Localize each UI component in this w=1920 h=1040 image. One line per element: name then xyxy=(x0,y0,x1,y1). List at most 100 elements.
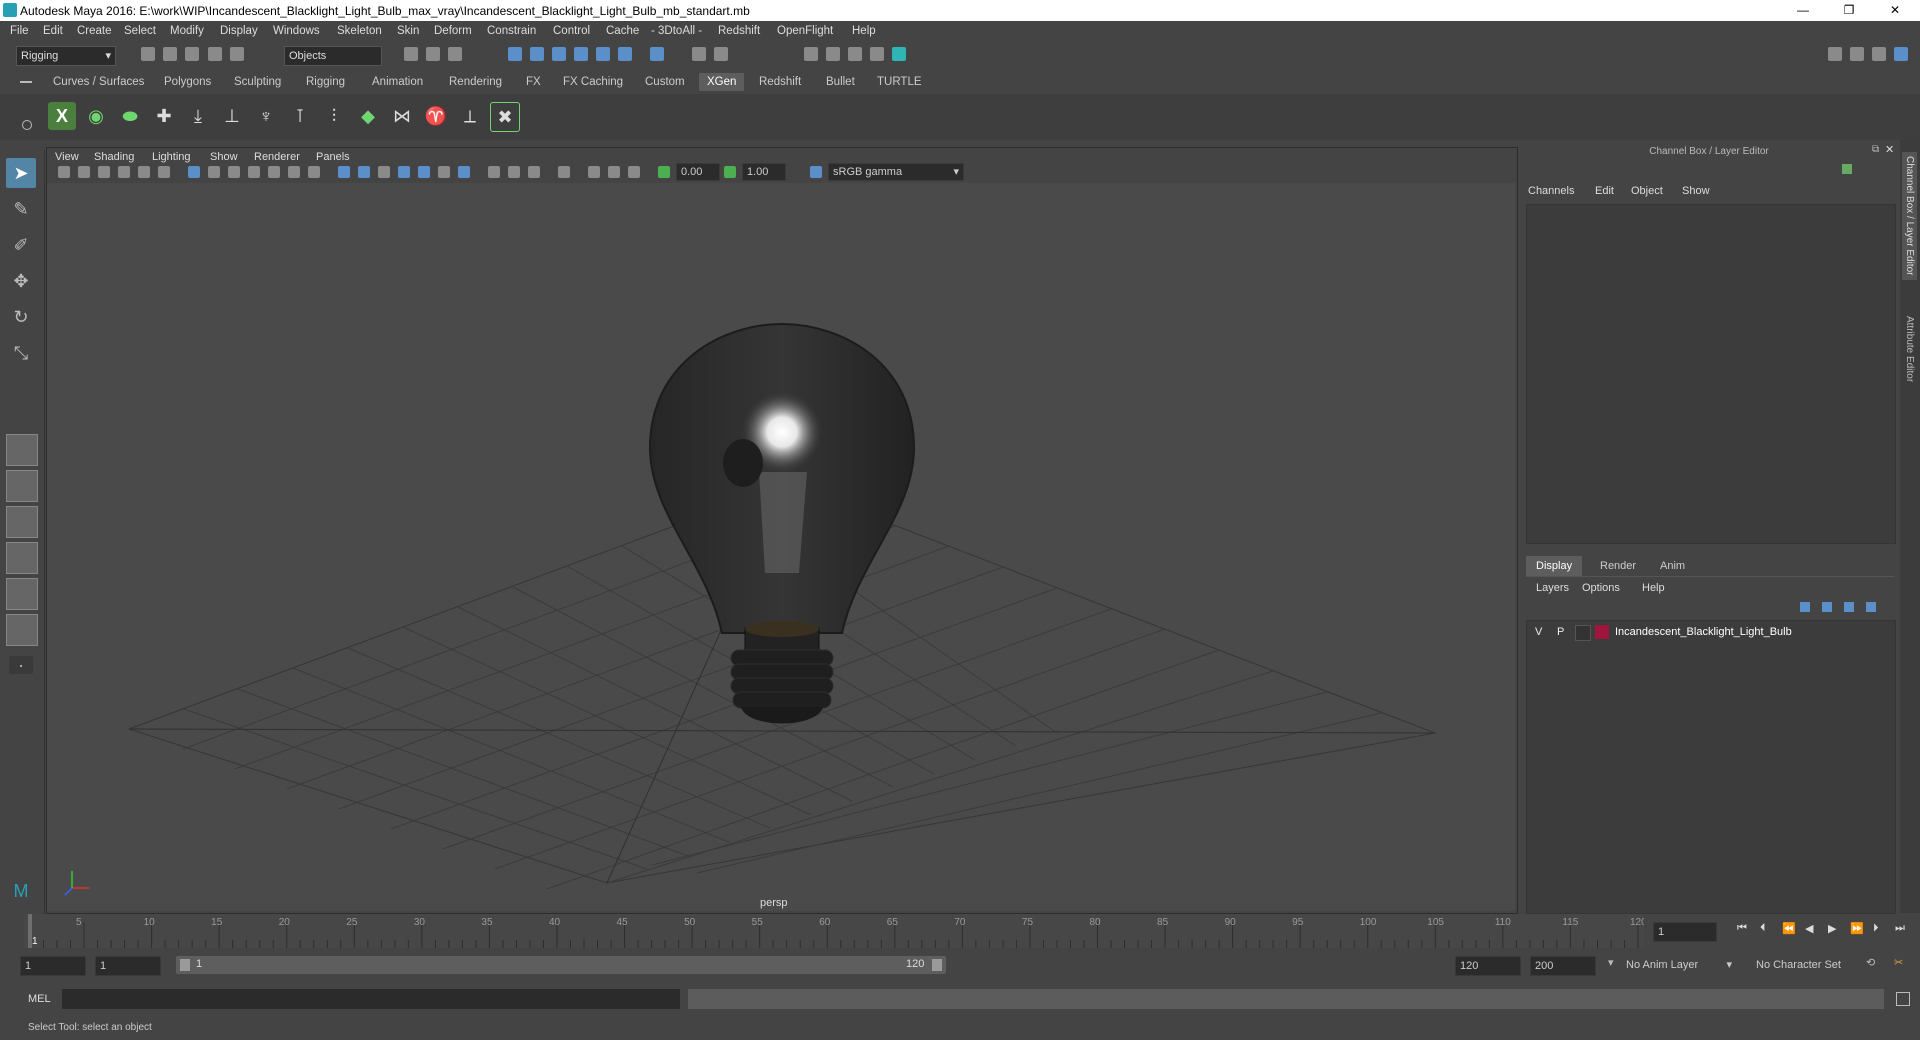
shelf-tab-fx-caching[interactable]: FX Caching xyxy=(555,73,631,91)
safe-title-icon[interactable] xyxy=(308,166,320,178)
snap-live-icon[interactable] xyxy=(596,47,610,61)
xgen-layers-icon[interactable]: ◆ xyxy=(354,102,382,130)
field-chart-icon[interactable] xyxy=(268,166,280,178)
xgen-select-guides-icon[interactable]: ♆ xyxy=(252,102,280,130)
persp-outliner-layout-icon[interactable] xyxy=(6,506,38,538)
shelf-tab-custom[interactable]: Custom xyxy=(637,73,693,91)
use-all-lights-icon[interactable] xyxy=(418,166,430,178)
open-scene-icon[interactable] xyxy=(163,47,177,61)
create-empty-layer-icon[interactable] xyxy=(1844,602,1854,612)
lasso-tool-icon[interactable]: ✎ xyxy=(6,194,36,224)
smooth-shade-icon[interactable] xyxy=(358,166,370,178)
motion-blur-icon[interactable] xyxy=(488,166,500,178)
shelf-tab-rendering[interactable]: Rendering xyxy=(441,73,510,91)
xgen-editor-icon[interactable]: X xyxy=(48,102,76,130)
xgen-place-guides-icon[interactable]: ✚ xyxy=(150,102,178,130)
outliner-persp-layout-icon[interactable] xyxy=(6,614,38,646)
gate-mask-icon[interactable] xyxy=(248,166,260,178)
channelbox-menu-object[interactable]: Object xyxy=(1631,185,1663,197)
shadows-icon[interactable] xyxy=(438,166,450,178)
mode-dropdown[interactable]: Rigging ▾ xyxy=(16,46,116,66)
tool-settings-toggle-icon[interactable] xyxy=(1872,47,1886,61)
channel-list[interactable] xyxy=(1526,204,1896,544)
wireframe-icon[interactable] xyxy=(338,166,350,178)
layer-row[interactable]: V P Incandescent_Blacklight_Light_Bulb xyxy=(1529,623,1893,641)
command-input[interactable] xyxy=(62,989,680,1009)
menu-constrain[interactable]: Constrain xyxy=(487,25,536,37)
channel-box-key-icon[interactable] xyxy=(1842,164,1852,174)
step-back-frame-icon[interactable]: ⏪ xyxy=(1782,922,1796,935)
colorspace-dropdown[interactable]: sRGB gamma ▾ xyxy=(828,163,964,181)
side-tab-channel-box[interactable]: Channel Box / Layer Editor xyxy=(1902,152,1917,280)
safe-action-icon[interactable] xyxy=(288,166,300,178)
image-plane-icon[interactable] xyxy=(118,166,130,178)
shelf-tab-xgen[interactable]: XGen xyxy=(699,73,745,91)
anim-layer-dropdown[interactable]: No Anim Layer ▾ xyxy=(1622,956,1736,974)
command-language-label[interactable]: MEL xyxy=(28,993,51,1005)
persp-graph-layout-icon[interactable] xyxy=(6,542,38,574)
paint-select-tool-icon[interactable]: ✐ xyxy=(6,230,36,260)
snap-point-icon[interactable] xyxy=(552,47,566,61)
layer-reference-toggle[interactable] xyxy=(1575,625,1591,641)
gamma-icon[interactable] xyxy=(724,166,736,178)
animation-start-field[interactable]: 1 xyxy=(20,956,86,976)
xgen-cut-guides-icon[interactable]: ⟂ xyxy=(456,102,484,130)
camera-attributes-icon[interactable] xyxy=(78,166,90,178)
layer-menu-layers[interactable]: Layers xyxy=(1536,582,1569,594)
color-management-icon[interactable] xyxy=(810,166,822,178)
play-backwards-icon[interactable]: ◀ xyxy=(1805,922,1813,935)
minimize-button[interactable]: — xyxy=(1780,0,1826,21)
xgen-add-guide-icon[interactable]: ⊥ xyxy=(218,102,246,130)
playback-start-field[interactable]: 1 xyxy=(95,956,161,976)
range-slider-end-handle[interactable] xyxy=(932,959,942,971)
menu-edit[interactable]: Edit xyxy=(43,25,63,37)
menu-control[interactable]: Control xyxy=(553,25,590,37)
go-to-end-icon[interactable]: ⏭ xyxy=(1895,922,1905,935)
move-layer-up-icon[interactable] xyxy=(1800,602,1810,612)
wireframe-on-shaded-icon[interactable] xyxy=(378,166,390,178)
shelf-settings-icon[interactable] xyxy=(22,120,32,130)
persp-hypershade-layout-icon[interactable] xyxy=(6,578,38,610)
menu-windows[interactable]: Windows xyxy=(273,25,320,37)
undo-icon[interactable] xyxy=(208,47,222,61)
step-forward-key-icon[interactable]: ⏵ xyxy=(1873,922,1879,935)
close-button[interactable]: ✕ xyxy=(1872,0,1918,21)
time-slider[interactable]: 1 5 10 15 20 25 30 35 40 45 50 55 60 65 70 75 80 85 90 95 10… xyxy=(24,914,1647,948)
snap-curve-icon[interactable] xyxy=(530,47,544,61)
redo-icon[interactable] xyxy=(230,47,244,61)
four-view-layout-icon[interactable] xyxy=(6,470,38,502)
menu-skeleton[interactable]: Skeleton xyxy=(337,25,382,37)
channel-box-toggle-icon[interactable] xyxy=(1894,47,1908,61)
camera-icon[interactable] xyxy=(58,166,70,178)
film-gate-icon[interactable] xyxy=(208,166,220,178)
scale-tool-icon[interactable]: ⤡ xyxy=(6,338,36,368)
selection-mode-dropdown[interactable]: Objects xyxy=(284,46,382,66)
shelf-tab-redshift[interactable]: Redshift xyxy=(751,73,809,91)
render-settings-icon[interactable] xyxy=(848,47,862,61)
menu-deform[interactable]: Deform xyxy=(434,25,472,37)
hypershade-icon[interactable] xyxy=(870,47,884,61)
grease-pencil-icon[interactable] xyxy=(158,166,170,178)
playback-end-field[interactable]: 120 xyxy=(1455,956,1521,976)
history-icon[interactable] xyxy=(650,47,664,61)
xgen-sculpt-guides-icon[interactable]: ⤓ xyxy=(184,102,212,130)
select-tool-icon[interactable]: ➤ xyxy=(6,158,36,188)
float-panel-icon[interactable]: ⧉ xyxy=(1872,144,1879,155)
menu-openflight[interactable]: OpenFlight xyxy=(777,25,833,37)
current-frame-field[interactable]: 1 xyxy=(1653,922,1717,942)
rotate-tool-icon[interactable]: ↻ xyxy=(6,302,36,332)
select-component-icon[interactable] xyxy=(448,47,462,61)
shelf-tab-polygons[interactable]: Polygons xyxy=(156,73,219,91)
close-panel-icon[interactable]: ✕ xyxy=(1885,143,1894,156)
layout-more-icon[interactable]: · xyxy=(9,655,33,675)
xgen-groom-icon[interactable]: ♈ xyxy=(422,102,450,130)
channelbox-menu-channels[interactable]: Channels xyxy=(1528,185,1574,197)
shelf-menu-icon[interactable] xyxy=(20,81,32,83)
render-frame-icon[interactable] xyxy=(804,47,818,61)
modeling-toolkit-icon[interactable] xyxy=(1828,47,1842,61)
xgen-rebuild-guides-icon[interactable]: ⋈ xyxy=(388,102,416,130)
multisample-aa-icon[interactable] xyxy=(508,166,520,178)
bookmark-icon[interactable] xyxy=(98,166,110,178)
menu-create[interactable]: Create xyxy=(77,25,112,37)
play-forwards-icon[interactable]: ▶ xyxy=(1828,922,1836,935)
